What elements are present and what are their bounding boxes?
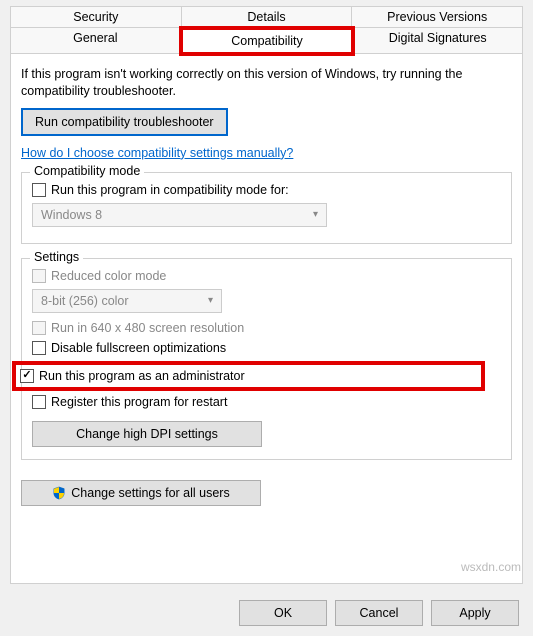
register-restart-checkbox[interactable] <box>32 395 46 409</box>
tab-details[interactable]: Details <box>182 6 353 28</box>
change-all-users-button[interactable]: Change settings for all users <box>21 480 261 506</box>
watermark: wsxdn.com <box>461 560 521 574</box>
compat-mode-label: Run this program in compatibility mode f… <box>51 183 289 197</box>
compat-mode-select[interactable]: Windows 8 ▾ <box>32 203 327 227</box>
compat-mode-select-value: Windows 8 <box>41 208 102 222</box>
tab-compatibility[interactable]: Compatibility <box>179 26 356 56</box>
color-mode-value: 8-bit (256) color <box>41 294 129 308</box>
help-text: If this program isn't working correctly … <box>21 66 512 100</box>
run-as-admin-label: Run this program as an administrator <box>39 369 245 383</box>
tab-content: If this program isn't working correctly … <box>10 54 523 584</box>
register-restart-label: Register this program for restart <box>51 395 227 409</box>
compatibility-mode-group: Compatibility mode Run this program in c… <box>21 172 512 244</box>
compat-mode-title: Compatibility mode <box>30 164 144 178</box>
tab-security[interactable]: Security <box>10 6 182 28</box>
run-640-label: Run in 640 x 480 screen resolution <box>51 321 244 335</box>
disable-fullscreen-checkbox[interactable] <box>32 341 46 355</box>
run-640-checkbox <box>32 321 46 335</box>
run-as-admin-row: Run this program as an administrator <box>12 361 485 391</box>
tab-container: Security Details Previous Versions Gener… <box>0 0 533 54</box>
chevron-down-icon: ▾ <box>208 295 213 306</box>
cancel-button[interactable]: Cancel <box>335 600 423 626</box>
tab-general[interactable]: General <box>10 28 181 54</box>
run-troubleshooter-button[interactable]: Run compatibility troubleshooter <box>21 108 228 136</box>
ok-button[interactable]: OK <box>239 600 327 626</box>
reduced-color-label: Reduced color mode <box>51 269 166 283</box>
apply-button[interactable]: Apply <box>431 600 519 626</box>
change-dpi-button[interactable]: Change high DPI settings <box>32 421 262 447</box>
dialog-footer: OK Cancel Apply <box>0 590 533 636</box>
compat-mode-checkbox[interactable] <box>32 183 46 197</box>
tab-previous-versions[interactable]: Previous Versions <box>352 6 523 28</box>
shield-icon <box>52 486 66 500</box>
change-all-users-label: Change settings for all users <box>71 486 229 500</box>
settings-group: Settings Reduced color mode 8-bit (256) … <box>21 258 512 460</box>
settings-title: Settings <box>30 250 83 264</box>
run-as-admin-checkbox[interactable] <box>20 369 34 383</box>
manual-settings-link[interactable]: How do I choose compatibility settings m… <box>21 146 293 160</box>
chevron-down-icon: ▾ <box>313 209 318 220</box>
color-mode-select: 8-bit (256) color ▾ <box>32 289 222 313</box>
reduced-color-checkbox <box>32 269 46 283</box>
disable-fullscreen-label: Disable fullscreen optimizations <box>51 341 226 355</box>
properties-dialog: Security Details Previous Versions Gener… <box>0 0 533 634</box>
tab-digital-signatures[interactable]: Digital Signatures <box>353 28 523 54</box>
